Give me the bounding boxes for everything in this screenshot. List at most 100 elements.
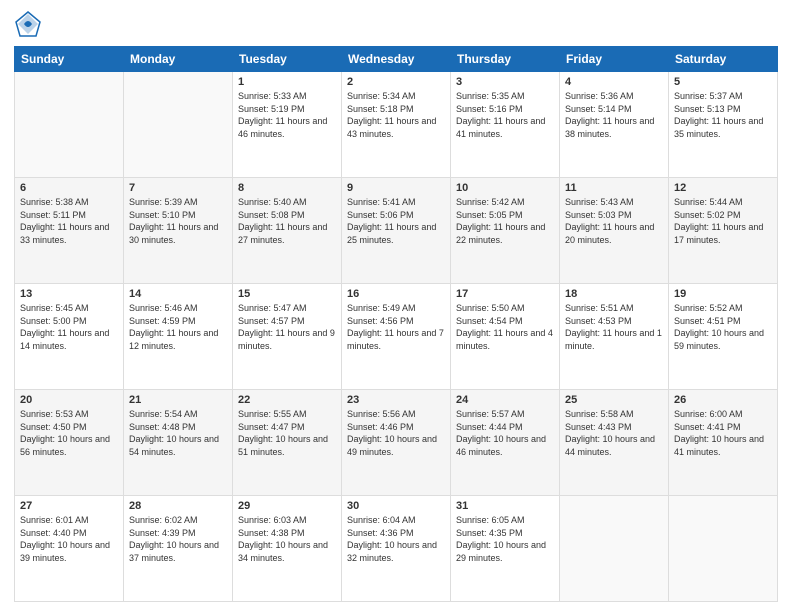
day-info: Sunrise: 5:49 AMSunset: 4:56 PMDaylight:… <box>347 302 445 352</box>
day-number: 19 <box>674 288 772 300</box>
day-info: Sunrise: 5:40 AMSunset: 5:08 PMDaylight:… <box>238 196 336 246</box>
day-cell: 25Sunrise: 5:58 AMSunset: 4:43 PMDayligh… <box>560 390 669 496</box>
day-info: Sunrise: 5:52 AMSunset: 4:51 PMDaylight:… <box>674 302 772 352</box>
day-cell: 31 Sunrise: 6:05 AMSunset: 4:35 PMDayligh… <box>451 496 560 602</box>
day-info: Sunrise: 5:39 AMSunset: 5:10 PMDaylight:… <box>129 196 227 246</box>
day-cell: 22Sunrise: 5:55 AMSunset: 4:47 PMDayligh… <box>233 390 342 496</box>
day-cell: 10Sunrise: 5:42 AMSunset: 5:05 PMDayligh… <box>451 178 560 284</box>
logo <box>14 10 46 38</box>
header-sunday: Sunday <box>15 47 124 72</box>
day-info: Sunrise: 6:02 AMSunset: 4:39 PMDaylight:… <box>129 514 227 564</box>
day-info: Sunrise: 6:00 AMSunset: 4:41 PMDaylight:… <box>674 408 772 458</box>
day-info: Sunrise: 5:46 AMSunset: 4:59 PMDaylight:… <box>129 302 227 352</box>
day-number: 18 <box>565 288 663 300</box>
day-number: 13 <box>20 288 118 300</box>
logo-icon <box>14 10 42 38</box>
day-cell: 19 Sunrise: 5:52 AMSunset: 4:51 PMDayligh… <box>669 284 778 390</box>
day-number: 28 <box>129 500 227 512</box>
day-number: 31 <box>456 500 554 512</box>
day-info: Sunrise: 5:34 AMSunset: 5:18 PMDaylight:… <box>347 90 445 140</box>
week-row-1: 1Sunrise: 5:33 AMSunset: 5:19 PMDaylight… <box>15 72 778 178</box>
day-info: Sunrise: 5:33 AMSunset: 5:19 PMDaylight:… <box>238 90 336 140</box>
day-number: 20 <box>20 394 118 406</box>
day-number: 29 <box>238 500 336 512</box>
header <box>14 10 778 38</box>
week-row-5: 27 Sunrise: 6:01 AMSunset: 4:40 PMDayligh… <box>15 496 778 602</box>
day-info: Sunrise: 5:43 AMSunset: 5:03 PMDaylight:… <box>565 196 663 246</box>
day-number: 21 <box>129 394 227 406</box>
day-info: Sunrise: 5:44 AMSunset: 5:02 PMDaylight:… <box>674 196 772 246</box>
day-cell: 15 Sunrise: 5:47 AMSunset: 4:57 PMDayligh… <box>233 284 342 390</box>
day-cell: 23Sunrise: 5:56 AMSunset: 4:46 PMDayligh… <box>342 390 451 496</box>
day-info: Sunrise: 5:54 AMSunset: 4:48 PMDaylight:… <box>129 408 227 458</box>
day-cell: 26 Sunrise: 6:00 AMSunset: 4:41 PMDayligh… <box>669 390 778 496</box>
week-row-2: 6Sunrise: 5:38 AMSunset: 5:11 PMDaylight… <box>15 178 778 284</box>
day-number: 7 <box>129 182 227 194</box>
day-cell: 30 Sunrise: 6:04 AMSunset: 4:36 PMDayligh… <box>342 496 451 602</box>
day-info: Sunrise: 5:47 AMSunset: 4:57 PMDaylight:… <box>238 302 336 352</box>
day-number: 8 <box>238 182 336 194</box>
day-cell <box>560 496 669 602</box>
day-number: 2 <box>347 76 445 88</box>
day-cell <box>15 72 124 178</box>
day-cell: 1Sunrise: 5:33 AMSunset: 5:19 PMDaylight… <box>233 72 342 178</box>
day-number: 24 <box>456 394 554 406</box>
day-info: Sunrise: 6:03 AMSunset: 4:38 PMDaylight:… <box>238 514 336 564</box>
day-cell: 8 Sunrise: 5:40 AMSunset: 5:08 PMDaylight… <box>233 178 342 284</box>
day-number: 27 <box>20 500 118 512</box>
day-cell: 17Sunrise: 5:50 AMSunset: 4:54 PMDayligh… <box>451 284 560 390</box>
day-number: 30 <box>347 500 445 512</box>
day-info: Sunrise: 5:51 AMSunset: 4:53 PMDaylight:… <box>565 302 663 352</box>
day-info: Sunrise: 5:36 AMSunset: 5:14 PMDaylight:… <box>565 90 663 140</box>
header-tuesday: Tuesday <box>233 47 342 72</box>
day-info: Sunrise: 6:04 AMSunset: 4:36 PMDaylight:… <box>347 514 445 564</box>
day-cell: 12 Sunrise: 5:44 AMSunset: 5:02 PMDayligh… <box>669 178 778 284</box>
day-cell: 29 Sunrise: 6:03 AMSunset: 4:38 PMDayligh… <box>233 496 342 602</box>
day-info: Sunrise: 6:05 AMSunset: 4:35 PMDaylight:… <box>456 514 554 564</box>
day-number: 15 <box>238 288 336 300</box>
day-cell: 6Sunrise: 5:38 AMSunset: 5:11 PMDaylight… <box>15 178 124 284</box>
day-info: Sunrise: 5:57 AMSunset: 4:44 PMDaylight:… <box>456 408 554 458</box>
day-cell: 5 Sunrise: 5:37 AMSunset: 5:13 PMDaylight… <box>669 72 778 178</box>
day-number: 14 <box>129 288 227 300</box>
day-cell: 7 Sunrise: 5:39 AMSunset: 5:10 PMDaylight… <box>124 178 233 284</box>
day-cell: 24 Sunrise: 5:57 AMSunset: 4:44 PMDayligh… <box>451 390 560 496</box>
day-cell: 2 Sunrise: 5:34 AMSunset: 5:18 PMDaylight… <box>342 72 451 178</box>
day-info: Sunrise: 5:45 AMSunset: 5:00 PMDaylight:… <box>20 302 118 352</box>
day-info: Sunrise: 5:38 AMSunset: 5:11 PMDaylight:… <box>20 196 118 246</box>
day-number: 17 <box>456 288 554 300</box>
calendar-table: Sunday Monday Tuesday Wednesday Thursday… <box>14 46 778 602</box>
day-cell <box>124 72 233 178</box>
day-cell: 28 Sunrise: 6:02 AMSunset: 4:39 PMDayligh… <box>124 496 233 602</box>
day-number: 11 <box>565 182 663 194</box>
day-cell: 27 Sunrise: 6:01 AMSunset: 4:40 PMDayligh… <box>15 496 124 602</box>
day-number: 26 <box>674 394 772 406</box>
day-number: 25 <box>565 394 663 406</box>
header-monday: Monday <box>124 47 233 72</box>
day-info: Sunrise: 5:53 AMSunset: 4:50 PMDaylight:… <box>20 408 118 458</box>
day-info: Sunrise: 5:37 AMSunset: 5:13 PMDaylight:… <box>674 90 772 140</box>
week-row-4: 20 Sunrise: 5:53 AMSunset: 4:50 PMDayligh… <box>15 390 778 496</box>
day-info: Sunrise: 5:56 AMSunset: 4:46 PMDaylight:… <box>347 408 445 458</box>
day-number: 9 <box>347 182 445 194</box>
page: Sunday Monday Tuesday Wednesday Thursday… <box>0 0 792 612</box>
day-info: Sunrise: 6:01 AMSunset: 4:40 PMDaylight:… <box>20 514 118 564</box>
day-number: 3 <box>456 76 554 88</box>
day-cell <box>669 496 778 602</box>
day-cell: 11 Sunrise: 5:43 AMSunset: 5:03 PMDayligh… <box>560 178 669 284</box>
day-info: Sunrise: 5:41 AMSunset: 5:06 PMDaylight:… <box>347 196 445 246</box>
day-number: 5 <box>674 76 772 88</box>
day-number: 12 <box>674 182 772 194</box>
day-cell: 20 Sunrise: 5:53 AMSunset: 4:50 PMDayligh… <box>15 390 124 496</box>
day-number: 22 <box>238 394 336 406</box>
header-friday: Friday <box>560 47 669 72</box>
weekday-header-row: Sunday Monday Tuesday Wednesday Thursday… <box>15 47 778 72</box>
day-number: 16 <box>347 288 445 300</box>
day-cell: 3 Sunrise: 5:35 AMSunset: 5:16 PMDaylight… <box>451 72 560 178</box>
header-saturday: Saturday <box>669 47 778 72</box>
week-row-3: 13 Sunrise: 5:45 AMSunset: 5:00 PMDayligh… <box>15 284 778 390</box>
header-thursday: Thursday <box>451 47 560 72</box>
day-cell: 18 Sunrise: 5:51 AMSunset: 4:53 PMDayligh… <box>560 284 669 390</box>
day-info: Sunrise: 5:35 AMSunset: 5:16 PMDaylight:… <box>456 90 554 140</box>
day-cell: 21 Sunrise: 5:54 AMSunset: 4:48 PMDayligh… <box>124 390 233 496</box>
